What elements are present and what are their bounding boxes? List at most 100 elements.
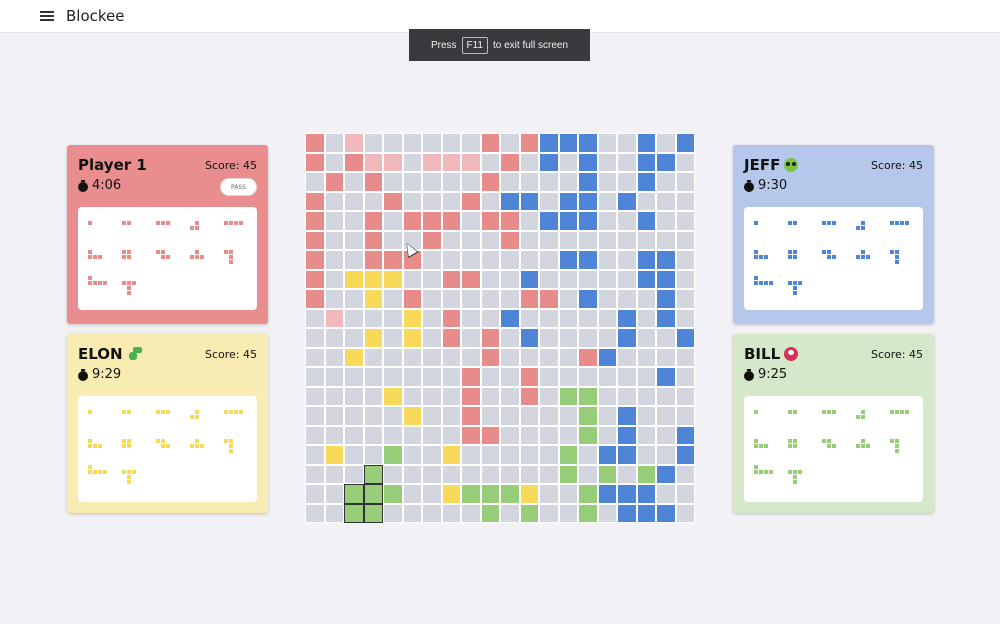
board-cell[interactable]: [423, 504, 441, 522]
board-cell[interactable]: [657, 485, 675, 503]
pass-button[interactable]: PASS: [220, 178, 257, 196]
board-cell[interactable]: [325, 231, 343, 249]
board-cell[interactable]: [618, 212, 636, 230]
board-cell[interactable]: [501, 192, 519, 210]
board-cell[interactable]: [462, 465, 480, 483]
board-cell[interactable]: [598, 465, 616, 483]
board-cell[interactable]: [520, 309, 538, 327]
board-cell[interactable]: [559, 446, 577, 464]
board-cell[interactable]: [637, 270, 655, 288]
board-cell[interactable]: [579, 270, 597, 288]
board-cell[interactable]: [403, 134, 421, 152]
board-cell[interactable]: [579, 368, 597, 386]
board-cell[interactable]: [423, 134, 441, 152]
board-cell[interactable]: [520, 465, 538, 483]
board-cell[interactable]: [462, 173, 480, 191]
board-cell[interactable]: [520, 387, 538, 405]
board-cell[interactable]: [306, 368, 324, 386]
board-cell[interactable]: [462, 446, 480, 464]
board-cell[interactable]: [579, 426, 597, 444]
board-cell[interactable]: [442, 270, 460, 288]
board-cell[interactable]: [403, 329, 421, 347]
board-cell[interactable]: [540, 173, 558, 191]
board-cell[interactable]: [579, 465, 597, 483]
board-cell[interactable]: [618, 329, 636, 347]
board-cell[interactable]: [384, 212, 402, 230]
board-cell[interactable]: [423, 348, 441, 366]
board-cell[interactable]: [657, 426, 675, 444]
board-cell[interactable]: [676, 446, 694, 464]
board-cell[interactable]: [325, 407, 343, 425]
board-cell[interactable]: [364, 407, 382, 425]
board-cell[interactable]: [637, 251, 655, 269]
board-cell[interactable]: [364, 309, 382, 327]
board-cell[interactable]: [384, 329, 402, 347]
board-cell[interactable]: [423, 426, 441, 444]
board-cell[interactable]: [501, 465, 519, 483]
board-cell[interactable]: [384, 251, 402, 269]
board-cell[interactable]: [384, 309, 402, 327]
board-cell[interactable]: [423, 309, 441, 327]
board-cell[interactable]: [501, 173, 519, 191]
board-cell[interactable]: [364, 368, 382, 386]
board-cell[interactable]: [423, 270, 441, 288]
board-cell[interactable]: [481, 231, 499, 249]
board-cell[interactable]: [384, 192, 402, 210]
board-cell[interactable]: [481, 407, 499, 425]
board-cell[interactable]: [325, 504, 343, 522]
board-cell[interactable]: [676, 153, 694, 171]
board-cell[interactable]: [598, 231, 616, 249]
board-cell[interactable]: [618, 446, 636, 464]
board-cell[interactable]: [442, 309, 460, 327]
board-cell[interactable]: [345, 387, 363, 405]
board-cell[interactable]: [403, 153, 421, 171]
board-cell[interactable]: [501, 387, 519, 405]
board-cell[interactable]: [384, 290, 402, 308]
board-cell[interactable]: [442, 329, 460, 347]
board-cell[interactable]: [657, 231, 675, 249]
board-cell[interactable]: [345, 329, 363, 347]
board-cell[interactable]: [442, 192, 460, 210]
board-cell[interactable]: [462, 504, 480, 522]
board-cell[interactable]: [325, 348, 343, 366]
board-cell[interactable]: [423, 231, 441, 249]
board-cell[interactable]: [598, 407, 616, 425]
board-cell[interactable]: [637, 329, 655, 347]
board-cell[interactable]: [559, 251, 577, 269]
board-cell[interactable]: [306, 348, 324, 366]
board-cell[interactable]: [306, 153, 324, 171]
board-cell[interactable]: [676, 270, 694, 288]
board-cell[interactable]: [481, 212, 499, 230]
board-cell[interactable]: [325, 309, 343, 327]
board-cell[interactable]: [403, 426, 421, 444]
board-cell[interactable]: [481, 134, 499, 152]
dragged-piece-cell[interactable]: [344, 484, 364, 504]
board-cell[interactable]: [520, 290, 538, 308]
board-cell[interactable]: [462, 485, 480, 503]
board-cell[interactable]: [520, 446, 538, 464]
board-cell[interactable]: [306, 134, 324, 152]
board-cell[interactable]: [676, 504, 694, 522]
board-cell[interactable]: [481, 329, 499, 347]
dragged-piece-cell[interactable]: [344, 503, 364, 523]
board-cell[interactable]: [423, 407, 441, 425]
board-cell[interactable]: [384, 368, 402, 386]
board-cell[interactable]: [403, 368, 421, 386]
board-cell[interactable]: [325, 446, 343, 464]
board-cell[interactable]: [442, 348, 460, 366]
board-cell[interactable]: [657, 251, 675, 269]
board-cell[interactable]: [637, 446, 655, 464]
board-cell[interactable]: [598, 270, 616, 288]
board-cell[interactable]: [618, 387, 636, 405]
board-cell[interactable]: [598, 134, 616, 152]
board-cell[interactable]: [442, 387, 460, 405]
board-cell[interactable]: [559, 173, 577, 191]
board-cell[interactable]: [364, 173, 382, 191]
board-cell[interactable]: [384, 270, 402, 288]
board-cell[interactable]: [325, 212, 343, 230]
board-cell[interactable]: [598, 173, 616, 191]
board-cell[interactable]: [657, 446, 675, 464]
board-cell[interactable]: [618, 270, 636, 288]
board-cell[interactable]: [637, 231, 655, 249]
board-cell[interactable]: [540, 134, 558, 152]
